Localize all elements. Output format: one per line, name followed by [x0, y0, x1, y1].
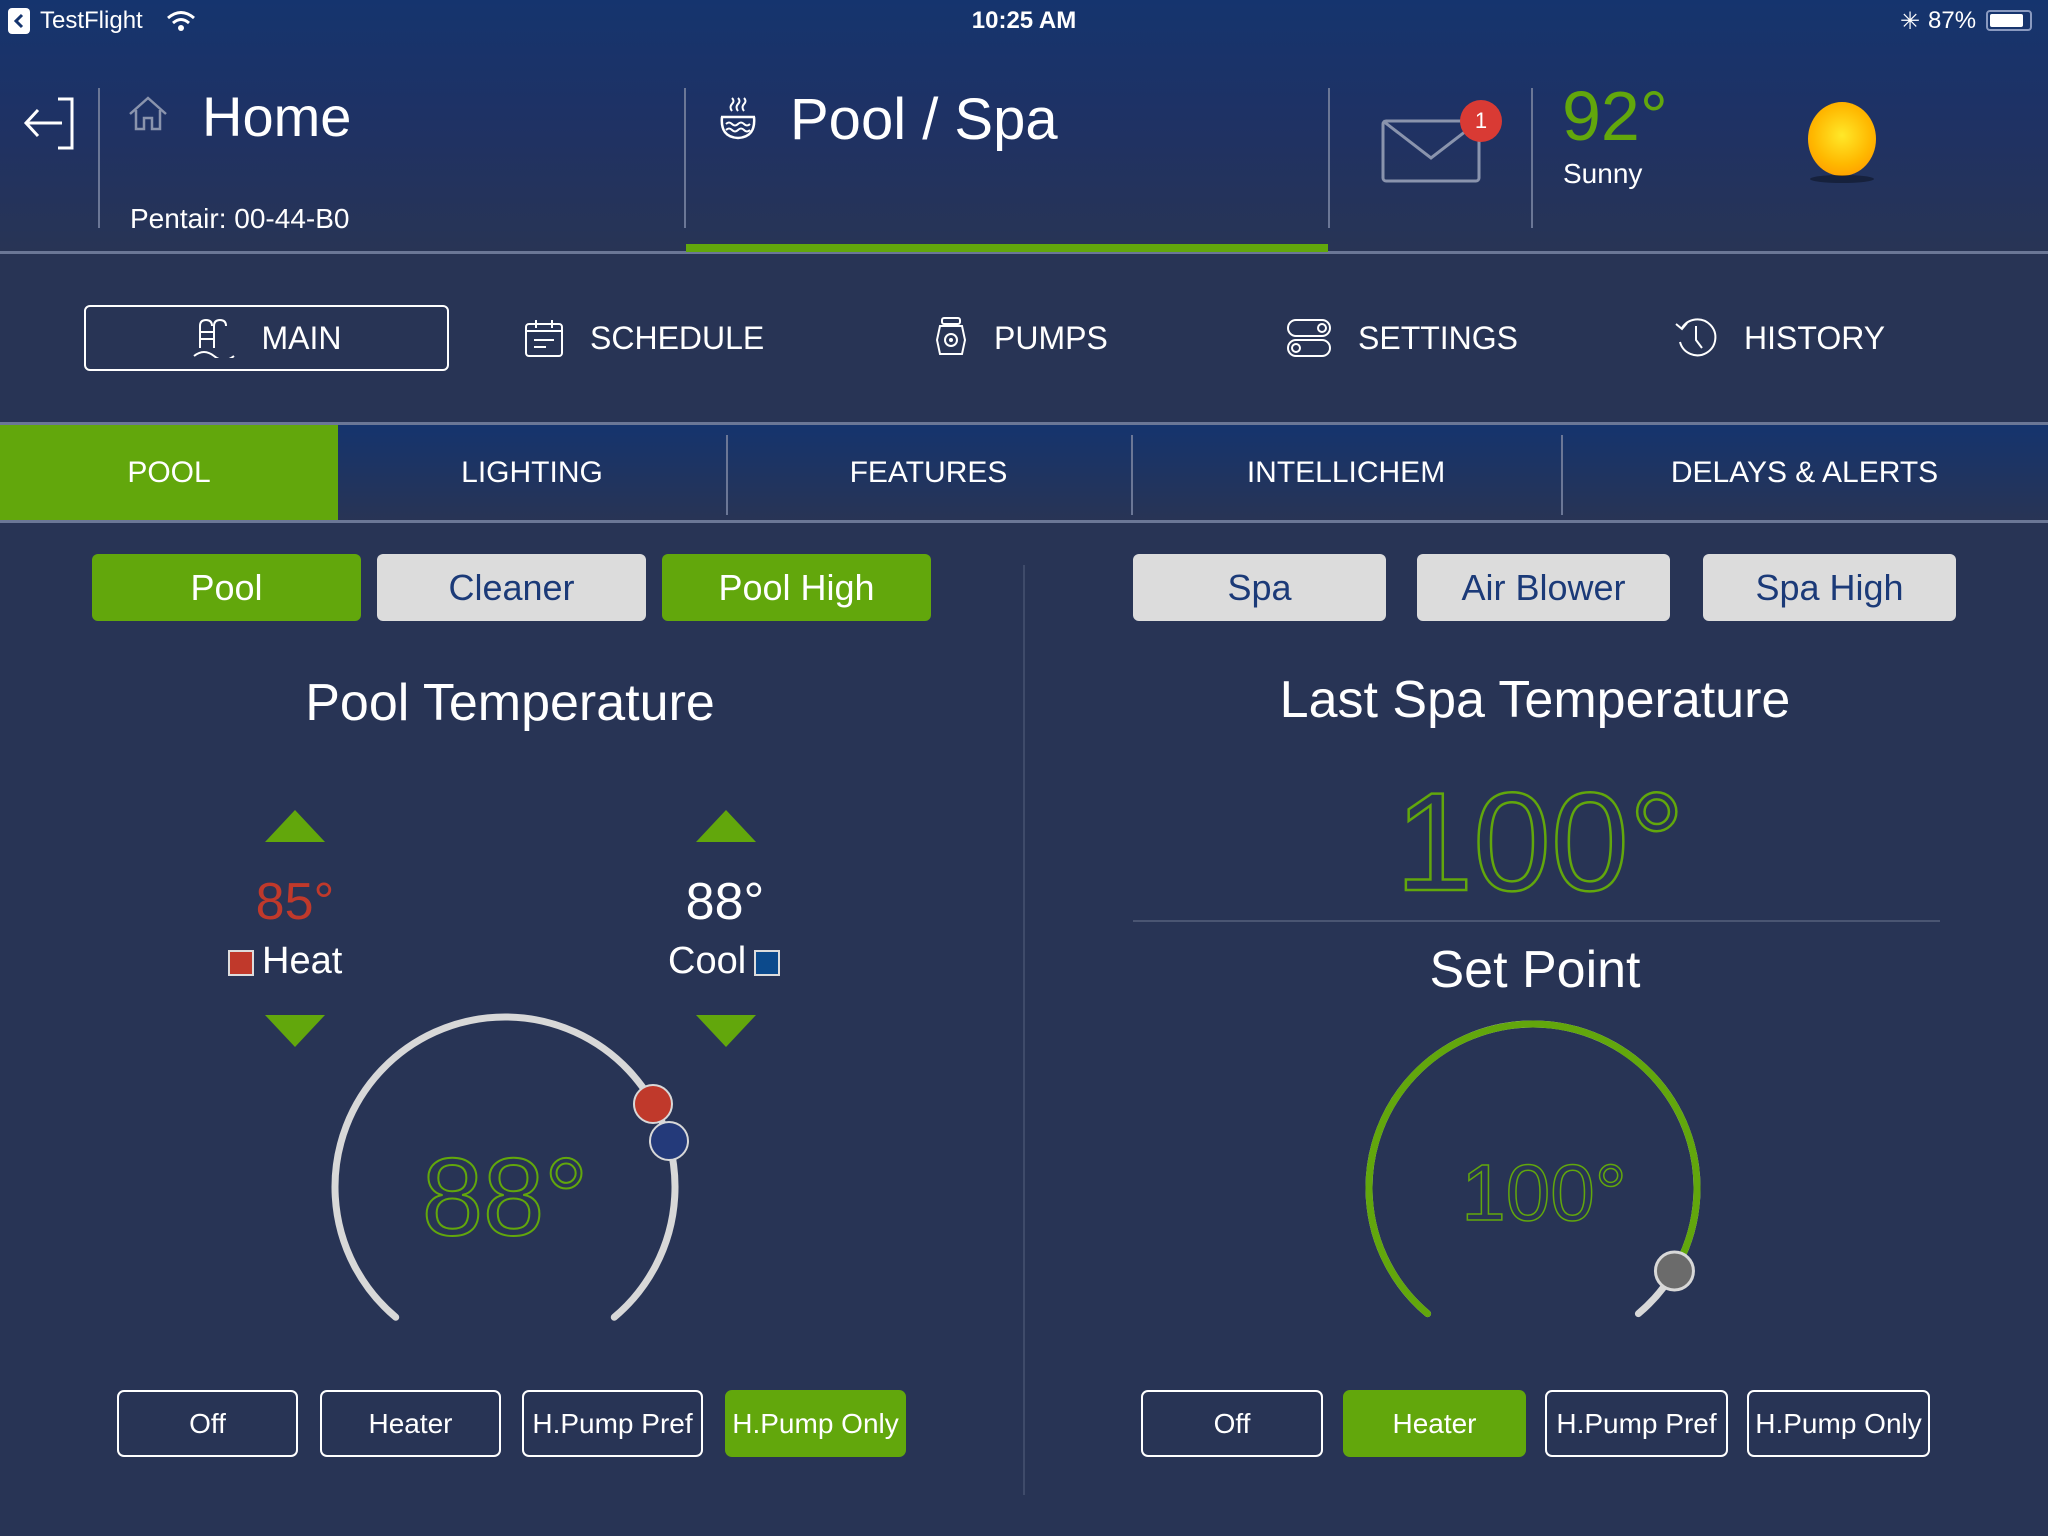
- pool-temperature-dial[interactable]: 88°: [300, 990, 720, 1350]
- sun-shadow: [1810, 175, 1874, 183]
- heat-label: Heat: [262, 940, 343, 982]
- tab-lighting[interactable]: LIGHTING: [338, 425, 726, 520]
- heat-setpoint: 85°: [255, 873, 335, 931]
- nav-pumps-label: PUMPS: [994, 319, 1108, 356]
- nav-settings[interactable]: SETTINGS: [1286, 305, 1518, 371]
- cool-dial-handle[interactable]: [649, 1121, 689, 1161]
- pool-mode-hpump-pref[interactable]: H.Pump Pref: [522, 1390, 703, 1457]
- pool-circuit-pool-high[interactable]: Pool High: [662, 554, 931, 621]
- cool-label: Cool: [668, 940, 747, 982]
- logout-icon[interactable]: [22, 96, 76, 152]
- pump-icon: [935, 317, 967, 355]
- pool-mode-hpump-only[interactable]: H.Pump Only: [725, 1390, 906, 1457]
- sub-tabs: POOL LIGHTING FEATURES INTELLICHEM DELAY…: [0, 422, 2048, 523]
- heat-swatch: [228, 949, 254, 976]
- tab-intellichem[interactable]: INTELLICHEM: [1131, 425, 1561, 520]
- pool-current-temp: 88°: [422, 1136, 588, 1259]
- tab-features[interactable]: FEATURES: [726, 425, 1131, 520]
- pool-circuit-pool[interactable]: Pool: [92, 554, 361, 621]
- calendar-icon: [525, 320, 563, 357]
- pool-mode-heater[interactable]: Heater: [320, 1390, 501, 1457]
- cool-legend: Cool: [668, 940, 788, 983]
- bluetooth-icon: ✳: [1900, 8, 1921, 35]
- spa-divider: [1133, 920, 1940, 922]
- heat-legend: Heat: [228, 940, 342, 983]
- pool-temperature-title: Pool Temperature: [305, 674, 715, 732]
- spa-mode-hpump-only[interactable]: H.Pump Only: [1747, 1390, 1930, 1457]
- last-spa-temperature-value: 100°: [1395, 770, 1685, 910]
- header-divider: [98, 88, 100, 228]
- header-divider: [684, 88, 686, 228]
- set-point-title: Set Point: [1429, 941, 1641, 999]
- device-id: Pentair: 00-44-B0: [130, 203, 350, 234]
- pool-ladder-icon: [192, 318, 235, 358]
- nav-pumps[interactable]: PUMPS: [934, 305, 1108, 371]
- header-divider: [1531, 88, 1533, 228]
- section-active-indicator: [686, 244, 1328, 252]
- nav-settings-label: SETTINGS: [1358, 319, 1519, 356]
- nav-main-label: MAIN: [261, 319, 342, 356]
- spa-mode-heater[interactable]: Heater: [1343, 1390, 1526, 1457]
- spa-setpoint-dial[interactable]: 100°: [1340, 1010, 1720, 1350]
- nav-schedule-label: SCHEDULE: [590, 319, 765, 356]
- app-header: TestFlight 10:25 AM ✳ 87% Home Pentair: …: [0, 0, 2048, 254]
- spa-mode-off[interactable]: Off: [1141, 1390, 1323, 1457]
- messages-button[interactable]: 1: [1380, 100, 1502, 190]
- spa-circuit-spa-high[interactable]: Spa High: [1703, 554, 1956, 621]
- status-time: 10:25 AM: [971, 7, 1077, 34]
- home-title[interactable]: Home: [202, 84, 351, 149]
- cool-swatch: [754, 949, 781, 976]
- panel-divider: [1023, 565, 1025, 1495]
- nav-history-label: HISTORY: [1744, 319, 1886, 356]
- cool-setpoint: 88°: [685, 873, 765, 931]
- home-icon: [129, 96, 167, 131]
- heat-dial-handle[interactable]: [633, 1084, 673, 1124]
- weather-temperature: 92°: [1562, 77, 1668, 155]
- tab-delays-alerts[interactable]: DELAYS & ALERTS: [1561, 425, 2048, 520]
- spa-dial-handle[interactable]: [1653, 1250, 1695, 1292]
- last-spa-temperature-title: Last Spa Temperature: [1279, 671, 1791, 729]
- history-icon: [1675, 318, 1717, 357]
- spa-circuit-air-blower[interactable]: Air Blower: [1417, 554, 1670, 621]
- nav-main[interactable]: MAIN: [84, 305, 449, 371]
- header-divider: [1328, 88, 1330, 228]
- battery-percent: 87%: [1928, 7, 1977, 34]
- heat-up-arrow[interactable]: [265, 810, 325, 842]
- spa-setpoint-value: 100°: [1461, 1148, 1626, 1237]
- nav-schedule[interactable]: SCHEDULE: [524, 305, 764, 371]
- spa-circuit-spa[interactable]: Spa: [1133, 554, 1386, 621]
- last-spa-temperature: 100°: [1394, 770, 1686, 910]
- cool-up-arrow[interactable]: [696, 810, 756, 842]
- spa-mode-hpump-pref[interactable]: H.Pump Pref: [1545, 1390, 1728, 1457]
- nav-history[interactable]: HISTORY: [1674, 305, 1885, 371]
- toggles-icon: [1287, 319, 1331, 357]
- weather-condition: Sunny: [1563, 158, 1643, 189]
- sun-icon: [1808, 102, 1876, 176]
- pool-circuit-cleaner[interactable]: Cleaner: [377, 554, 646, 621]
- tab-pool[interactable]: POOL: [0, 425, 338, 520]
- battery-icon: [1986, 10, 2032, 31]
- pool-spa-icon: [720, 97, 756, 140]
- section-title: Pool / Spa: [790, 87, 1058, 152]
- messages-badge: 1: [1460, 100, 1502, 142]
- pool-mode-off[interactable]: Off: [117, 1390, 298, 1457]
